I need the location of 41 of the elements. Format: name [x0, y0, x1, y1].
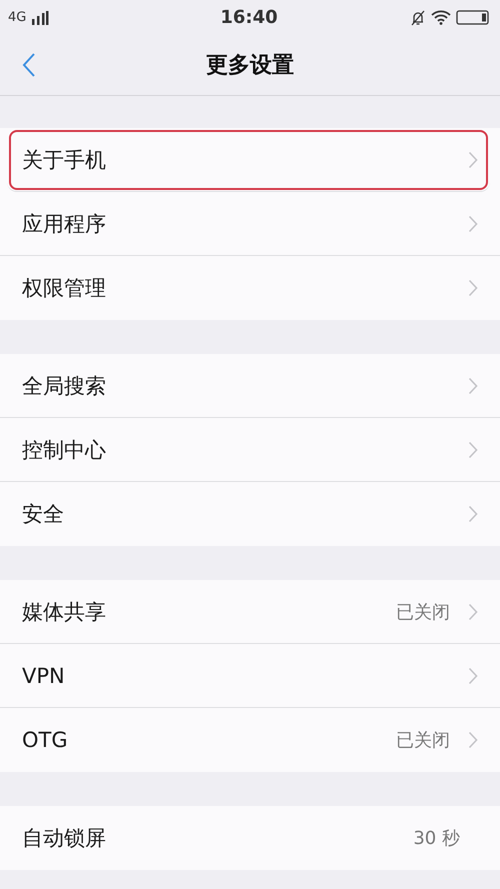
muted-bell-icon	[410, 10, 426, 26]
settings-item[interactable]: VPN	[0, 644, 500, 708]
clock: 16:40	[220, 7, 278, 28]
chevron-icon	[468, 666, 478, 684]
settings-item[interactable]: 安全	[0, 482, 500, 546]
battery-icon	[456, 10, 490, 25]
settings-item[interactable]: 控制中心	[0, 418, 500, 482]
chevron-icon	[468, 602, 478, 620]
item-value: 已关闭	[396, 729, 450, 752]
item-label: OTG	[22, 728, 69, 752]
chevron-icon	[468, 376, 478, 394]
network-label: 4G	[8, 10, 26, 25]
item-label: 权限管理	[22, 275, 107, 302]
chevron-icon	[468, 214, 478, 232]
settings-item[interactable]: 全局搜索	[0, 354, 500, 418]
item-label: 自动锁屏	[22, 825, 107, 852]
item-label: 控制中心	[22, 436, 107, 464]
chevron-icon	[468, 279, 478, 297]
settings-item[interactable]: 关于手机	[7, 128, 490, 192]
settings-item[interactable]: 权限管理	[0, 256, 500, 320]
chevron-icon	[468, 505, 478, 523]
item-label: 全局搜索	[22, 372, 107, 400]
settings-item[interactable]: 自动锁屏 30 秒	[0, 806, 500, 870]
wifi-icon	[430, 10, 451, 25]
back-button[interactable]	[22, 52, 36, 78]
chevron-icon	[468, 150, 478, 168]
item-label: 媒体共享	[22, 598, 107, 626]
chevron-icon	[468, 731, 478, 749]
back-chevron-icon	[22, 52, 36, 78]
settings-item[interactable]: 媒体共享 已关闭	[0, 580, 500, 644]
item-label: 安全	[22, 501, 65, 528]
item-value: 30 秒	[413, 827, 460, 850]
item-label: 应用程序	[22, 210, 107, 238]
item-label: VPN	[22, 664, 66, 688]
item-label: 关于手机	[22, 146, 107, 174]
settings-item[interactable]: 应用程序	[0, 192, 500, 256]
signal-icon	[31, 10, 50, 24]
chevron-icon	[468, 440, 478, 458]
item-value: 已关闭	[396, 600, 450, 624]
settings-item[interactable]: OTG 已关闭	[0, 708, 500, 772]
page-title: 更多设置	[206, 52, 294, 80]
